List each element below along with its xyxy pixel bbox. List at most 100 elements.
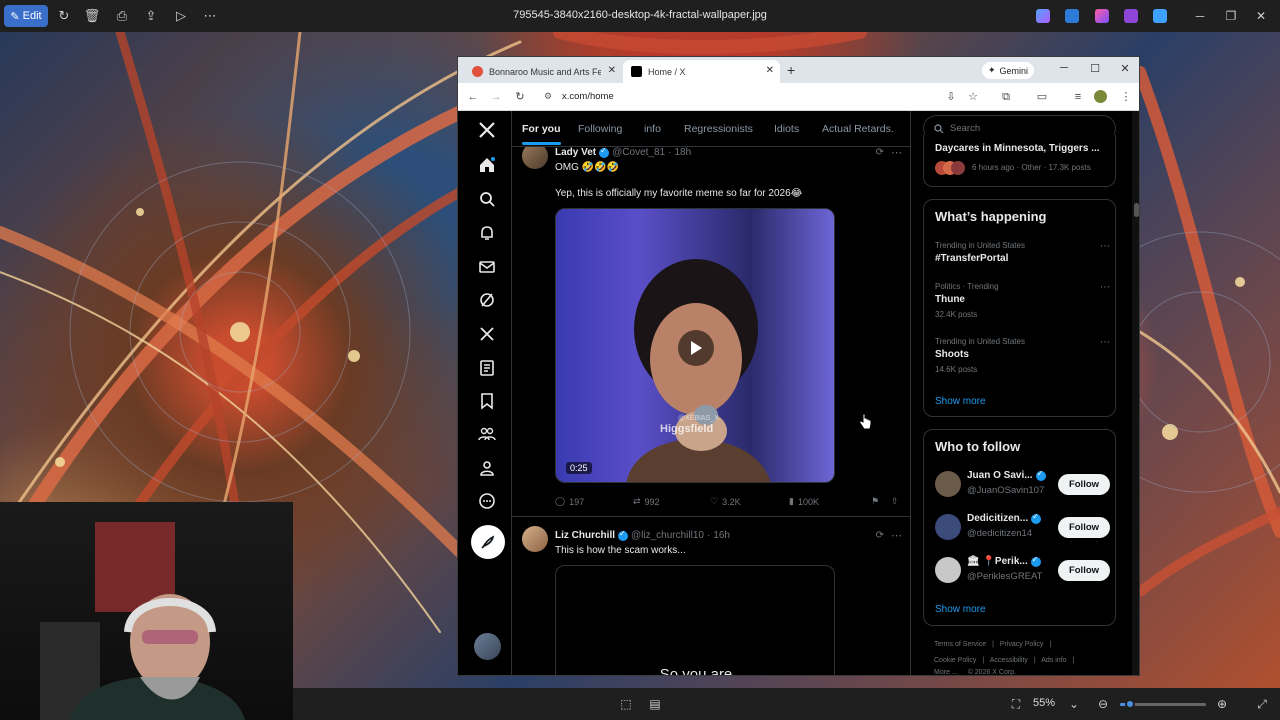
tweet[interactable]: Liz Churchill @liz_churchill10 · 16h ⟳ ⋯… — [512, 518, 910, 675]
share-button[interactable]: ⇧ — [891, 496, 899, 507]
avatar[interactable] — [935, 514, 961, 540]
minimize-icon[interactable]: ─ — [1057, 62, 1071, 74]
tab-idiots[interactable]: Idiots — [774, 123, 799, 135]
bookmark-button[interactable]: ⚑ — [871, 496, 879, 507]
show-more-link[interactable]: Show more — [935, 604, 986, 615]
app-tray-icon[interactable] — [1095, 9, 1109, 23]
tab-following[interactable]: Following — [578, 123, 622, 135]
reload-icon[interactable]: ↻ — [513, 90, 527, 104]
grok-explain-icon[interactable]: ⟳ — [876, 530, 884, 541]
messages-icon[interactable] — [478, 258, 496, 276]
zoom-slider-knob[interactable] — [1125, 699, 1136, 709]
rotate-icon[interactable]: ↻ — [55, 7, 73, 25]
communities-icon[interactable] — [478, 425, 496, 443]
fullscreen-icon[interactable]: ⤢ — [1255, 697, 1269, 711]
zoom-level[interactable]: 55% — [1033, 697, 1055, 709]
profile-icon[interactable] — [478, 459, 496, 477]
trend-item[interactable]: Trending in United States Shoots 14.6K p… — [935, 337, 1110, 374]
show-more-link[interactable]: Show more — [935, 396, 986, 407]
footer-link[interactable]: Cookie Policy — [934, 657, 976, 664]
tweet[interactable]: Lady Vet @Covet_81 · 18h ⟳ ⋯ OMG 🤣🤣🤣 Yep… — [512, 111, 910, 517]
maximize-icon[interactable]: ❐ — [1223, 8, 1239, 24]
more-options-icon[interactable]: ⋯ — [891, 529, 902, 542]
top-trend-card[interactable]: Daycares in Minnesota, Triggers ... 6 ho… — [923, 135, 1116, 187]
tab-home-x[interactable]: Home / X ✕ — [623, 60, 780, 83]
print-icon[interactable]: ⎙ — [113, 7, 131, 25]
play-button[interactable] — [678, 330, 714, 366]
tab-close-icon[interactable]: ✕ — [608, 65, 616, 76]
page-scrollbar[interactable] — [1132, 111, 1139, 675]
minimize-icon[interactable]: ─ — [1192, 8, 1208, 24]
tweet-video[interactable]: @XEBIAS_X Higgsfield 0:25 — [555, 208, 835, 483]
author-name[interactable]: Lady Vet — [555, 147, 596, 158]
trend-item[interactable]: Trending in United States #TransferPorta… — [935, 241, 1110, 264]
trend-more-icon[interactable]: ⋯ — [1100, 241, 1110, 252]
tweet-video[interactable]: So you are — [555, 565, 835, 675]
back-icon[interactable]: ← — [466, 90, 480, 104]
grok-icon[interactable] — [478, 291, 496, 309]
more-options-icon[interactable]: ⋯ — [201, 7, 219, 25]
app-tray-icon[interactable] — [1124, 9, 1138, 23]
follow-suggestion[interactable]: Dedicitizen... @dedicitizen14 Follow — [935, 512, 1110, 543]
author-handle[interactable]: @liz_churchill10 — [631, 530, 704, 541]
app-tray-icon[interactable] — [1065, 9, 1079, 23]
premium-x-icon[interactable] — [478, 325, 496, 343]
compose-post-button[interactable] — [471, 525, 505, 559]
extensions-icon[interactable]: ⧉ — [999, 90, 1013, 104]
account-avatar[interactable] — [474, 633, 501, 660]
footer-link[interactable]: Privacy Policy — [1000, 641, 1044, 648]
reply-button[interactable]: ◯ 197 — [555, 496, 584, 507]
views-button[interactable]: ▮ 100K — [789, 496, 819, 507]
sidepanel-icon[interactable]: ▭ — [1035, 90, 1049, 104]
avatar[interactable] — [522, 526, 548, 552]
tweet-time[interactable]: 16h — [713, 530, 730, 541]
follow-suggestion[interactable]: 🏛 📍Perik... @PeriklesGREAT Follow — [935, 555, 1110, 586]
trend-more-icon[interactable]: ⋯ — [1100, 282, 1110, 293]
share-icon[interactable]: ⇪ — [142, 7, 160, 25]
zoom-in-icon[interactable]: ⊕ — [1215, 697, 1229, 711]
follow-button[interactable]: Follow — [1058, 560, 1110, 581]
bookmark-star-icon[interactable]: ☆ — [966, 90, 980, 104]
more-circle-icon[interactable] — [478, 492, 496, 510]
author-name[interactable]: Liz Churchill — [555, 530, 615, 541]
tweet-time[interactable]: 18h — [674, 147, 691, 158]
menu-kebab-icon[interactable]: ⋮ — [1119, 90, 1133, 104]
media-controls-icon[interactable]: ≡ — [1071, 90, 1085, 104]
tab-close-icon[interactable]: ✕ — [766, 65, 774, 76]
avatar[interactable] — [935, 471, 961, 497]
profile-avatar[interactable] — [1094, 90, 1107, 103]
tab-regressionists[interactable]: Regressionists — [684, 123, 753, 135]
search-icon[interactable] — [478, 190, 496, 208]
tab-actual-retards[interactable]: Actual Retards. — [822, 123, 894, 135]
footer-link[interactable]: Ads info — [1041, 657, 1066, 664]
maximize-icon[interactable]: ☐ — [1088, 62, 1102, 75]
follow-button[interactable]: Follow — [1058, 517, 1110, 538]
copilot-icon[interactable] — [1036, 9, 1050, 23]
close-icon[interactable]: ✕ — [1253, 8, 1269, 24]
crop-icon[interactable]: ⬚ — [619, 697, 633, 711]
repost-button[interactable]: ⇄ 992 — [633, 496, 660, 507]
footer-link[interactable]: Accessibility — [990, 657, 1028, 664]
cloud-icon[interactable] — [1153, 9, 1167, 23]
tab-info[interactable]: info — [644, 123, 661, 135]
scrollbar-thumb[interactable] — [1134, 203, 1139, 217]
trend-item[interactable]: Politics · Trending Thune 32.4K posts ⋯ — [935, 282, 1110, 319]
footer-link[interactable]: More ... — [934, 669, 958, 675]
zoom-out-icon[interactable]: ⊖ — [1096, 697, 1110, 711]
fit-to-window-icon[interactable]: ⛶ — [1009, 697, 1023, 711]
forward-icon[interactable]: → — [489, 90, 503, 104]
more-options-icon[interactable]: ⋯ — [891, 146, 902, 159]
notifications-bell-icon[interactable] — [478, 224, 496, 242]
lists-icon[interactable] — [478, 359, 496, 377]
avatar[interactable] — [935, 557, 961, 583]
author-handle[interactable]: @Covet_81 — [612, 147, 665, 158]
follow-suggestion[interactable]: Juan O Savi... @JuanOSavin107 Follow — [935, 469, 1110, 500]
x-logo-icon[interactable] — [478, 121, 496, 139]
edit-button[interactable]: ✎ Edit — [4, 5, 48, 27]
zoom-dropdown-chevron-icon[interactable]: ⌄ — [1067, 697, 1081, 711]
grok-explain-icon[interactable]: ⟳ — [876, 147, 884, 158]
bookmarks-icon[interactable] — [478, 392, 496, 410]
home-icon[interactable] — [478, 156, 496, 174]
address-bar[interactable]: x.com/home — [562, 91, 614, 102]
install-app-icon[interactable]: ⇩ — [944, 90, 958, 104]
